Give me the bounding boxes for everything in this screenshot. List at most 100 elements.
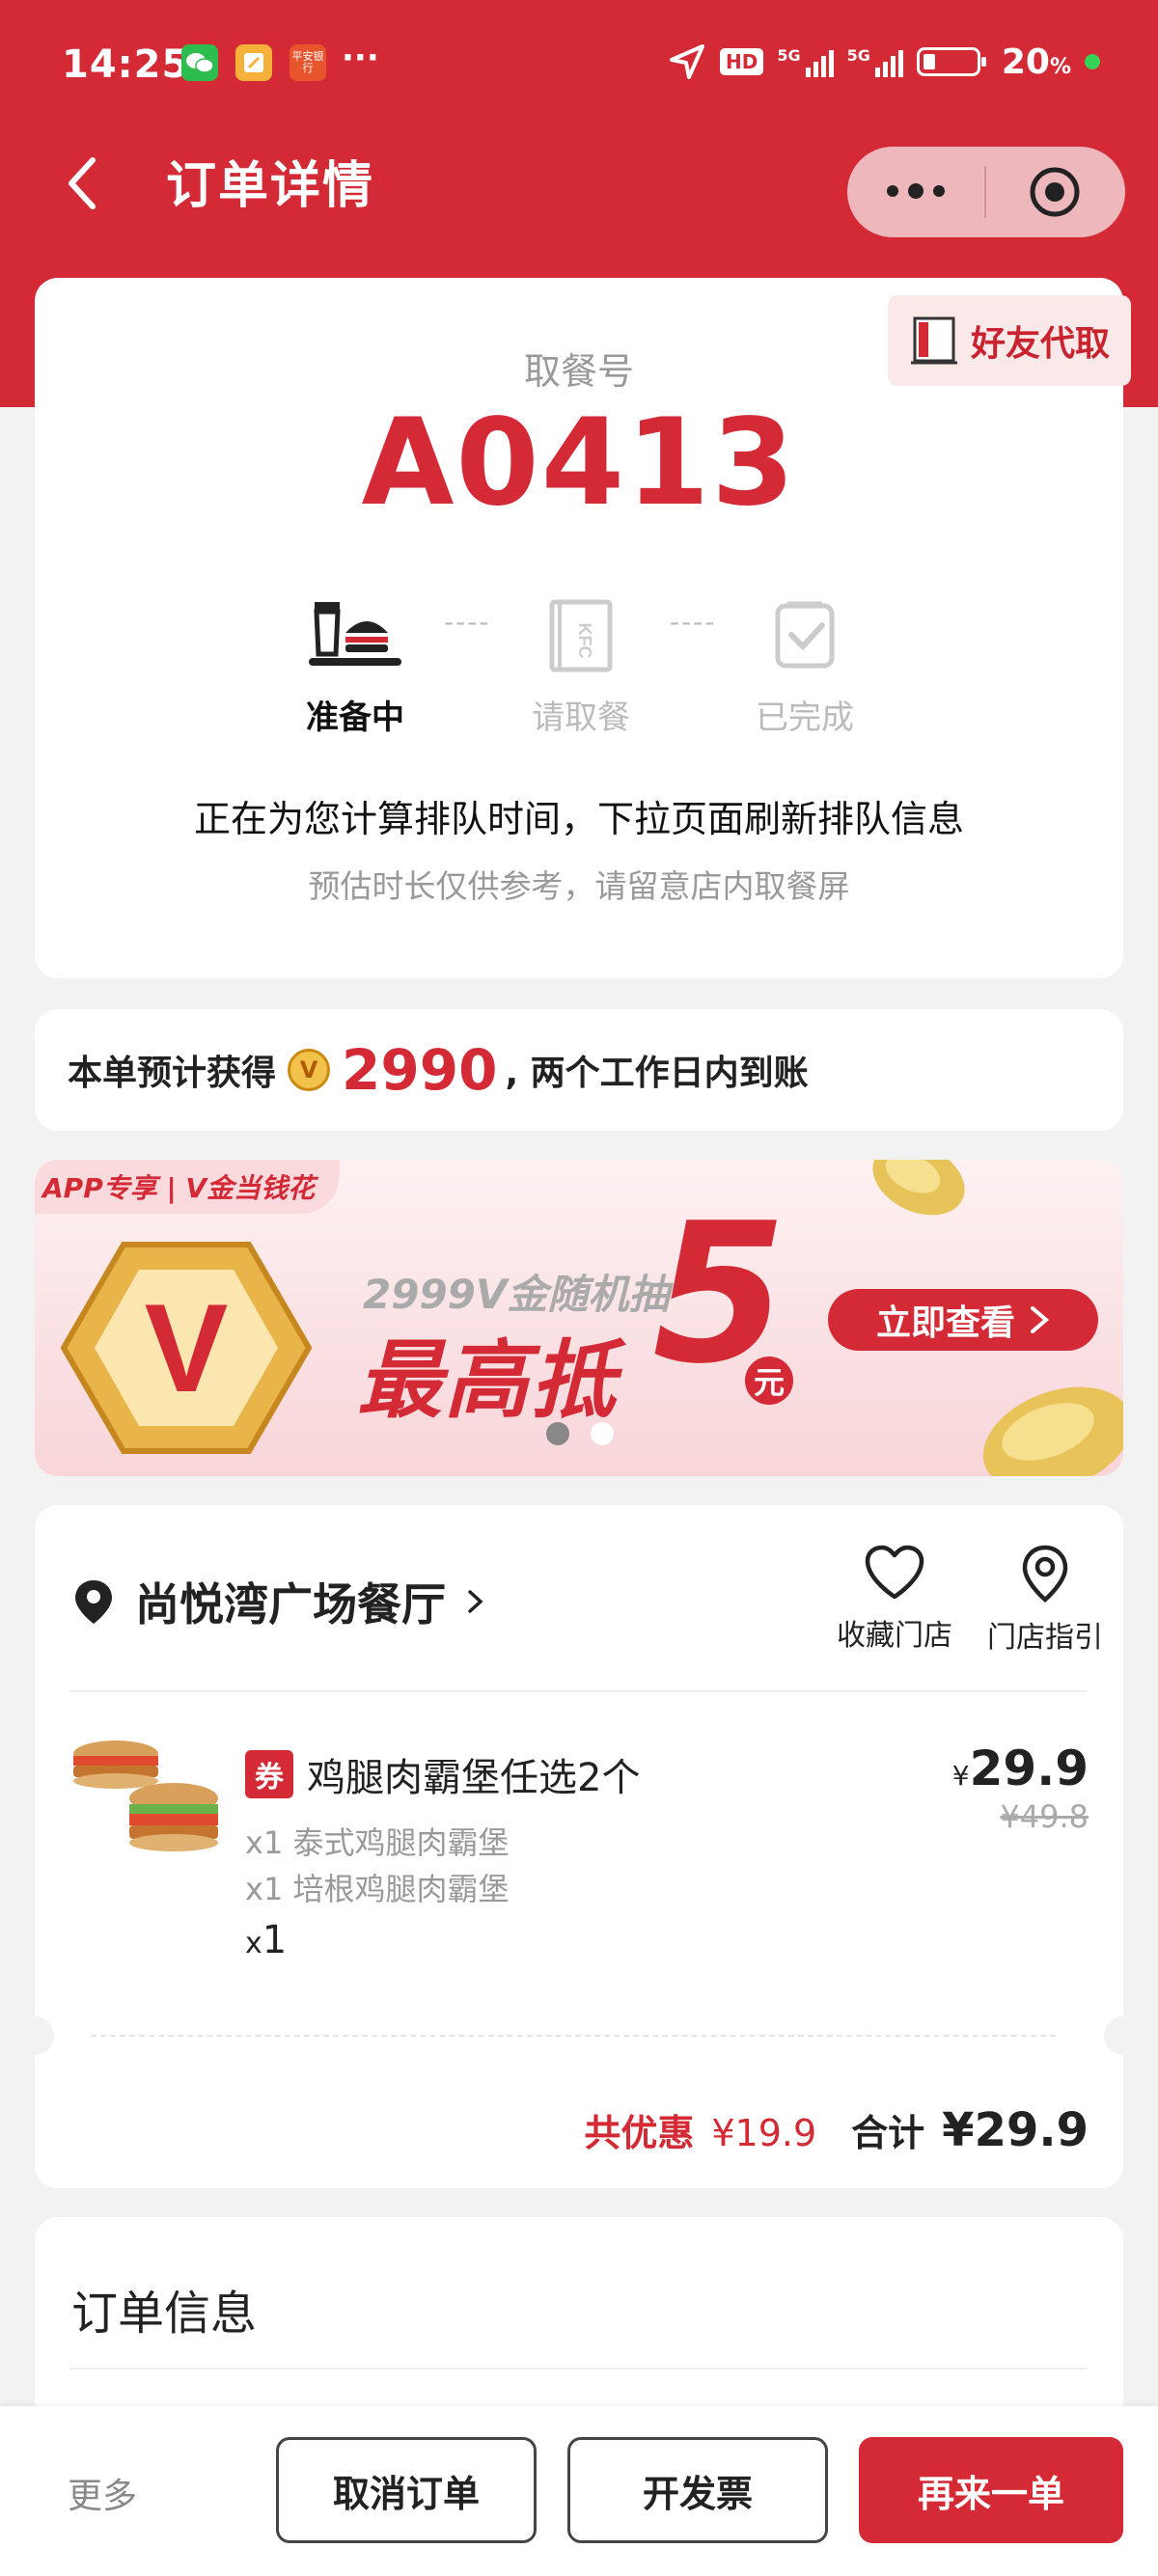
step-preparing: 准备中 [306,699,404,737]
qty-prefix: x [245,1927,262,1960]
meal-preparing-icon [309,602,401,666]
burger-product-image [73,1740,218,1851]
banner-cta-label: 立即查看 [875,1303,1015,1343]
promo-banner[interactable]: APP专享 | V金当钱花 V 2999V金随机抽 最高抵 5 元 立即查看 [35,1160,1123,1476]
kfc-bag-icon [910,316,957,365]
product-price: ¥29.9 ¥49.8 [952,1740,1089,1835]
reorder-button[interactable]: 再来一单 [859,2437,1123,2543]
pagination-dot[interactable] [591,1422,614,1445]
hd-badge: HD [719,48,764,75]
product-options: x1 泰式鸡腿肉霸堡 x1 培根鸡腿肉霸堡 [245,1820,509,1912]
signal-icon-1: 5G [777,46,834,77]
wechat-icon [181,44,218,81]
product-quantity: x1 [245,1918,287,1962]
order-card: 尚悦湾广场餐厅 收藏门店 门店指引 券 鸡腿肉霸堡任选2个 x1 泰式鸡腿肉霸堡… [15,1505,1143,2188]
points-amount: 2990 [342,1037,498,1103]
pingan-bank-icon: 平安银行 [290,44,326,81]
price-value: 29.9 [969,1740,1089,1796]
points-suffix: , 两个工作日内到账 [505,1054,809,1093]
net-label-1: 5G [777,46,801,65]
dot-icon [908,183,924,199]
map-pin-icon [1022,1545,1068,1603]
favorite-store-button[interactable]: 收藏门店 [822,1544,967,1654]
divider [69,1690,1087,1692]
status-bar: 14:25 平安银行 ··· HD 5G 5G 20% [0,0,1158,135]
pickup-number: A0413 [361,394,797,533]
net-label-2: 5G [846,46,870,65]
friend-pickup-label: 好友代取 [970,324,1110,364]
step-connector: ---- [444,606,491,638]
location-pin-icon [75,1580,112,1624]
total-label: 合计 [851,2112,925,2154]
banner-line2: 最高抵 [357,1330,619,1430]
order-completed-icon [775,601,835,669]
v-coin-icon: V [288,1049,331,1091]
battery-icon [916,47,986,76]
banner-unit: 元 [745,1357,793,1405]
divider [69,2368,1087,2370]
step-completed: 已完成 [756,699,854,737]
product-option: x1 泰式鸡腿肉霸堡 [245,1824,510,1861]
back-button[interactable] [60,154,108,212]
queue-submessage: 预估时长仅供参考，请留意店内取餐屏 [308,867,850,905]
points-card: 本单预计获得 V 2990 , 两个工作日内到账 [35,1009,1123,1131]
qty-value: 1 [262,1918,288,1962]
dashed-divider [91,2035,1056,2037]
gold-coin-decoration [982,1386,1123,1476]
discount-label: 共优惠 [584,2112,695,2154]
svg-text:KFC: KFC [575,623,594,659]
original-price: ¥49.8 [1000,1798,1089,1835]
dot-icon [933,185,945,197]
ticket-notch [15,2016,54,2055]
order-totals: 共优惠 ¥19.9 合计 ¥29.9 [584,2103,1089,2157]
product-title-row: 券 鸡腿肉霸堡任选2个 [245,1746,640,1802]
banner-tag: APP专享 | V金当钱花 [35,1160,341,1214]
battery-percent: 20% [1001,41,1071,82]
ticket-notch [1104,2016,1143,2055]
chevron-left-icon [69,157,96,209]
status-right: HD 5G 5G 20% [668,41,1100,82]
signal-icon-2: 5G [847,46,903,77]
store-link[interactable]: 尚悦湾广场餐厅 [71,1563,486,1640]
product-option: x1 培根鸡腿肉霸堡 [245,1871,510,1907]
friend-pickup-button[interactable]: 好友代取 [888,295,1131,386]
queue-message: 正在为您计算排队时间，下拉页面刷新排队信息 [193,798,964,840]
notes-icon [235,44,272,81]
invoice-button[interactable]: 开发票 [567,2437,828,2543]
chevron-right-icon [1031,1306,1050,1333]
favorite-store-label: 收藏门店 [837,1619,952,1653]
points-prefix: 本单预计获得 [68,1054,277,1093]
pagination-dot-active[interactable] [546,1422,569,1445]
price-currency: ¥ [951,1760,970,1792]
store-guide-label: 门店指引 [987,1621,1103,1655]
chevron-right-icon [468,1590,483,1613]
gold-coin-decoration [872,1160,965,1216]
v-gold-logo: V [60,1242,313,1454]
dot-icon [887,185,898,197]
location-arrow-icon [669,44,704,79]
banner-cta-button[interactable]: 立即查看 [828,1289,1098,1351]
store-guide-button[interactable]: 门店指引 [973,1544,1117,1656]
more-menu-button[interactable] [847,183,984,199]
store-name: 尚悦湾广场餐厅 [135,1578,446,1631]
page-title: 订单详情 [166,157,375,215]
step-connector: ---- [670,606,717,638]
heart-icon [865,1545,924,1600]
points-row: 本单预计获得 V 2990 , 两个工作日内到账 [68,1037,809,1103]
status-time: 14:25 [62,42,190,87]
order-info-title: 订单信息 [71,2287,258,2341]
banner-pagination [546,1422,614,1445]
cancel-order-button[interactable]: 取消订单 [276,2437,537,2543]
coupon-badge: 券 [245,1750,293,1798]
step-ready: 请取餐 [532,699,630,737]
banner-logo-letter: V [145,1277,229,1418]
discount-value: ¥19.9 [711,2112,817,2154]
total-value: ¥29.9 [942,2103,1089,2157]
more-notifications: ··· [342,39,379,77]
product-name: 鸡腿肉霸堡任选2个 [307,1756,641,1800]
close-miniprogram-button[interactable] [986,165,1123,219]
mini-program-capsule [847,147,1125,237]
more-actions-button[interactable]: 更多 [68,2468,137,2518]
target-icon [1030,167,1080,217]
kfc-bag-icon: KFC [549,599,613,672]
